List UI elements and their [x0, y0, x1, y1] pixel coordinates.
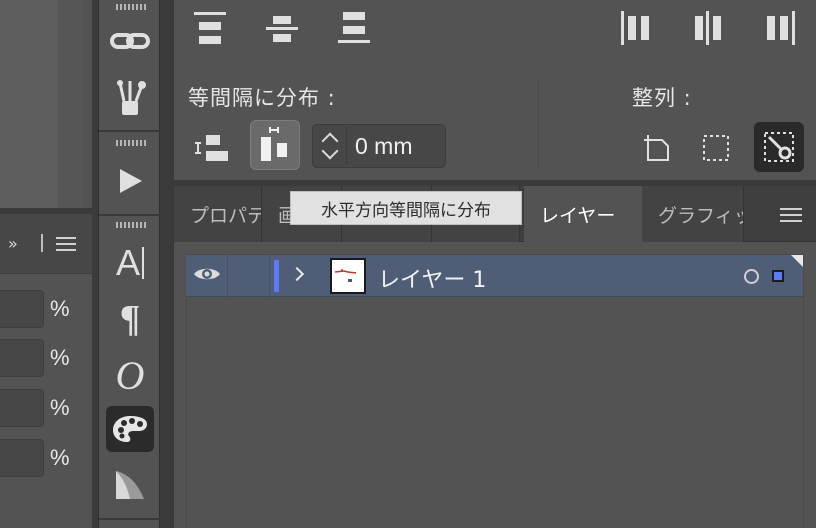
play-icon[interactable]: [106, 158, 154, 204]
percent-row: %: [0, 290, 92, 330]
character-icon[interactable]: A: [106, 240, 154, 286]
gradient-icon[interactable]: [106, 462, 154, 508]
layer-color-indicator: [274, 260, 279, 292]
eye-icon: [194, 268, 220, 280]
percent-field[interactable]: [0, 439, 44, 477]
section-divider: [538, 78, 539, 170]
vertical-align-top-icon[interactable]: [192, 8, 228, 48]
align-to-selection-icon[interactable]: [696, 128, 736, 168]
tool-separator: [99, 518, 161, 520]
align-to-key-object-button[interactable]: [754, 122, 804, 172]
tooltip: 水平方向等間隔に分布: [290, 191, 522, 225]
panel-dock: A ¶ O: [92, 0, 170, 528]
spacing-value-field[interactable]: 0 mm: [312, 124, 446, 168]
key-object-icon: [764, 132, 794, 162]
horizontal-distribute-center-icon[interactable]: [690, 8, 726, 48]
percent-field[interactable]: [0, 339, 44, 377]
percent-row: %: [0, 439, 92, 479]
expand-panels-icon[interactable]: »: [8, 234, 18, 253]
percent-unit: %: [50, 445, 70, 470]
canvas-area: [0, 0, 58, 208]
percent-unit: %: [50, 395, 70, 420]
align-to-title: 整列 :: [632, 86, 692, 110]
drag-handle[interactable]: [116, 140, 146, 146]
link-icon[interactable]: [106, 18, 154, 64]
tool-separator: [99, 214, 161, 216]
visibility-toggle[interactable]: [186, 255, 228, 297]
paragraph-glyph: ¶: [119, 298, 141, 340]
vertical-align-bottom-icon[interactable]: [336, 8, 372, 48]
selection-indicator[interactable]: [772, 270, 784, 282]
panel-menu-icon[interactable]: [56, 237, 78, 251]
chevron-right-icon[interactable]: [289, 266, 305, 282]
tab-layers[interactable]: レイヤー: [524, 186, 642, 243]
character-glyph: A: [115, 242, 140, 283]
panel-menu-icon[interactable]: [780, 208, 802, 222]
horizontal-distribute-left-icon[interactable]: [618, 8, 654, 48]
vertical-distribute-space-icon[interactable]: [192, 128, 232, 168]
corner-indicator: [791, 255, 803, 267]
lock-toggle[interactable]: [228, 255, 270, 297]
percent-row: %: [0, 389, 92, 429]
chevron-down-icon[interactable]: [321, 142, 339, 160]
layer-row[interactable]: レイヤー 1: [186, 255, 803, 297]
opentype-glyph: O: [115, 352, 145, 398]
canvas-edge: [58, 0, 82, 208]
tab-graphic-styles[interactable]: グラフィックスタイル: [642, 186, 744, 242]
layer-thumbnail: [330, 258, 366, 294]
drag-handle[interactable]: [116, 4, 146, 10]
percent-field[interactable]: [0, 290, 44, 328]
distribute-spacing-title: 等間隔に分布 :: [188, 86, 336, 110]
drag-handle[interactable]: [116, 222, 146, 228]
tool-column: A ¶ O: [98, 0, 161, 528]
layer-name[interactable]: レイヤー 1: [378, 262, 486, 294]
align-panel: 等間隔に分布 : 整列 : 0 mm: [174, 0, 816, 180]
percent-unit: %: [50, 296, 70, 321]
opentype-icon[interactable]: O: [106, 352, 154, 398]
percent-field[interactable]: [0, 389, 44, 427]
color-palette-icon[interactable]: [106, 406, 154, 452]
percent-unit: %: [50, 345, 70, 370]
brushes-icon[interactable]: [106, 74, 154, 120]
tab-properties[interactable]: プロパティ: [174, 186, 262, 242]
align-to-artboard-icon[interactable]: [636, 128, 676, 168]
separator: [41, 234, 43, 252]
left-panel: » % % % %: [0, 0, 92, 528]
tool-separator: [99, 130, 161, 132]
spacing-stepper[interactable]: [315, 127, 347, 165]
horizontal-distribute-space-button[interactable]: [250, 120, 300, 170]
paragraph-icon[interactable]: ¶: [106, 296, 154, 342]
horizontal-distribute-space-icon: [261, 127, 287, 161]
left-panel-header: »: [0, 214, 92, 274]
spacing-value[interactable]: 0 mm: [355, 133, 413, 160]
vertical-align-center-icon[interactable]: [264, 8, 300, 48]
target-icon[interactable]: [744, 269, 759, 284]
percent-row: %: [0, 339, 92, 379]
horizontal-distribute-right-icon[interactable]: [762, 8, 798, 48]
